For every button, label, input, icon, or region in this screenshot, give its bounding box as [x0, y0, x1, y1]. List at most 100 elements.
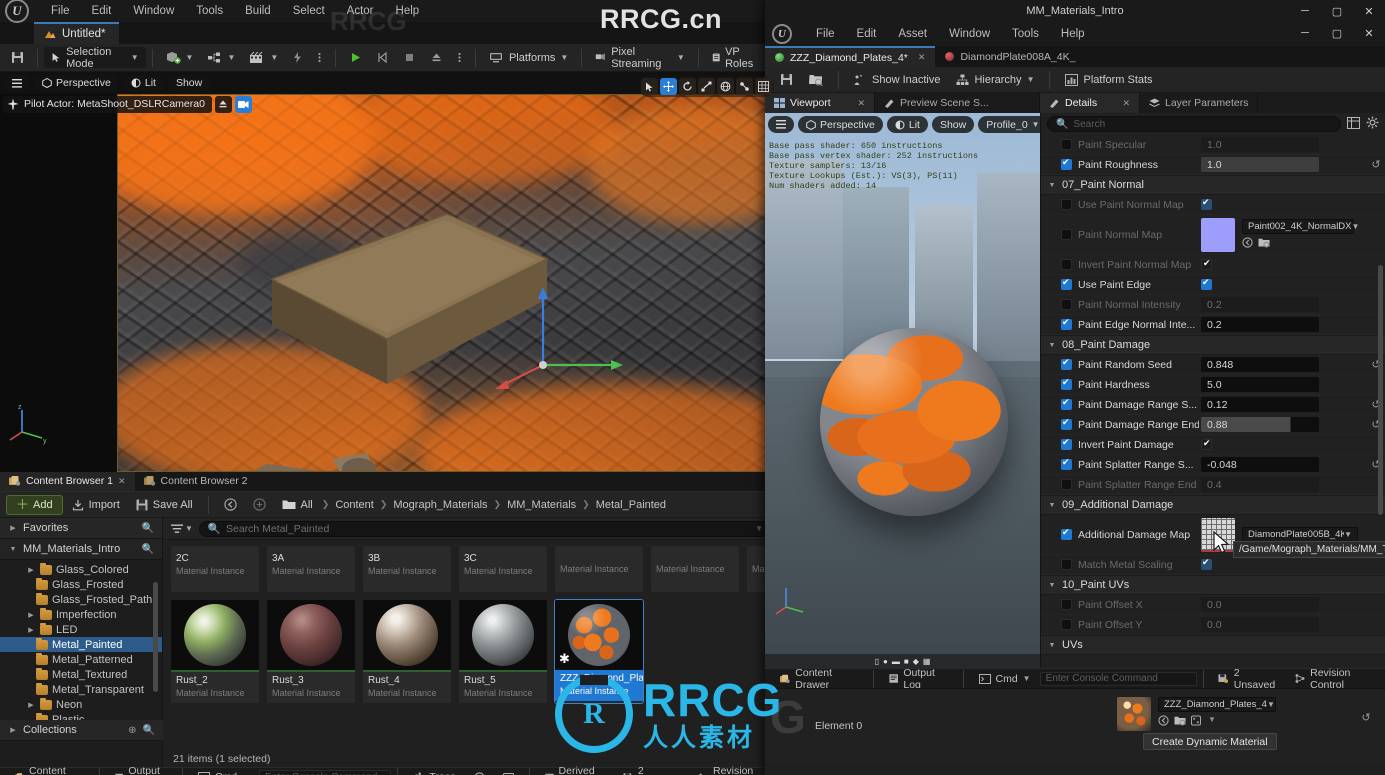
level-viewport[interactable]: z y Perspective Lit Show: [0, 72, 780, 472]
prop-row-invert-paint-damage[interactable]: Invert Paint Damage: [1041, 435, 1385, 455]
browse-to-asset-button[interactable]: [802, 69, 830, 90]
add-collection-icon[interactable]: ⊕: [128, 725, 136, 736]
texture-thumbnail[interactable]: [1201, 218, 1235, 252]
search-icon[interactable]: 🔍: [143, 725, 155, 736]
value-input[interactable]: 0.848: [1201, 357, 1319, 372]
preview-viewmode-button[interactable]: Lit: [887, 116, 928, 133]
column-layout-icon[interactable]: [1347, 117, 1360, 132]
tree-item-glass-frosted-path[interactable]: Glass_Frosted_Path: [0, 592, 162, 607]
chevron-right-icon[interactable]: ▶: [26, 611, 36, 619]
pilot-actor-indicator[interactable]: Pilot Actor: MetaShoot_DSLRCamera0: [3, 96, 212, 113]
transform-gizmo[interactable]: [487, 259, 637, 409]
override-checkbox[interactable]: [1061, 139, 1072, 150]
pixel-streaming-button[interactable]: Pixel Streaming ▼: [588, 47, 692, 68]
value-checkbox[interactable]: [1201, 439, 1212, 450]
add-button[interactable]: ＋ Add: [6, 495, 63, 515]
material-preview-viewport[interactable]: Perspective Lit Show Profile_0 ▼: [765, 113, 1040, 668]
value-checkbox[interactable]: [1201, 259, 1212, 270]
chevron-right-icon[interactable]: ▶: [26, 701, 36, 709]
output-log-button[interactable]: Output Log: [880, 669, 957, 688]
cmd-button[interactable]: Cmd ▼: [189, 768, 259, 775]
tab-layer-parameters[interactable]: Layer Parameters: [1140, 93, 1258, 113]
override-checkbox[interactable]: [1061, 479, 1072, 490]
chevron-down-icon[interactable]: ▼: [1047, 342, 1057, 349]
select-tool-button[interactable]: [641, 78, 658, 95]
prop-row-match-metal-scaling[interactable]: Match Metal Scaling: [1041, 555, 1385, 575]
asset-card[interactable]: 2C Material Instance: [171, 546, 259, 592]
platforms-button[interactable]: Platforms ▼: [482, 47, 575, 68]
override-checkbox[interactable]: [1061, 599, 1072, 610]
prop-row-paint-edge-normal-intensity[interactable]: Paint Edge Normal Inte... 0.2: [1041, 315, 1385, 335]
material-asset-picker[interactable]: ZZZ_Diamond_Plates_4 ▼: [1158, 697, 1276, 712]
tree-scrollbar[interactable]: [153, 582, 158, 692]
content-drawer-button[interactable]: Content Drawer: [771, 669, 867, 688]
menu-edit[interactable]: Edit: [846, 25, 888, 43]
value-input[interactable]: 1.0: [1201, 137, 1319, 152]
asset-card-rust-2[interactable]: Rust_2 Material Instance: [171, 600, 259, 703]
viewport-show-button[interactable]: Show: [168, 75, 210, 92]
save-button[interactable]: [4, 47, 31, 68]
menu-file[interactable]: File: [40, 2, 81, 20]
prop-row-paint-hardness[interactable]: Paint Hardness 5.0: [1041, 375, 1385, 395]
override-checkbox[interactable]: [1061, 399, 1072, 410]
override-checkbox[interactable]: [1061, 229, 1072, 240]
prop-row-paint-damage-range-start[interactable]: Paint Damage Range S... 0.12 ↺: [1041, 395, 1385, 415]
value-checkbox[interactable]: [1201, 559, 1212, 570]
hierarchy-button[interactable]: Hierarchy ▼: [949, 69, 1041, 90]
browse-to-asset-icon[interactable]: [1258, 237, 1270, 251]
value-checkbox[interactable]: [1201, 199, 1212, 210]
prop-row-additional-damage-map[interactable]: Additional Damage Map DiamondPlate005B_4…: [1041, 515, 1385, 555]
menu-select[interactable]: Select: [282, 2, 336, 20]
close-icon[interactable]: ✕: [857, 98, 865, 109]
forward-button[interactable]: [246, 494, 273, 515]
gear-icon[interactable]: [1366, 116, 1379, 132]
override-checkbox[interactable]: [1061, 199, 1072, 210]
rotate-tool-button[interactable]: [679, 78, 696, 95]
trace-button[interactable]: Trace: [403, 768, 464, 775]
lightning-icon-button[interactable]: [285, 47, 310, 68]
asset-card[interactable]: 3C Material Instance: [459, 546, 547, 592]
maximize-button[interactable]: ▢: [1321, 22, 1353, 44]
preview-grid-icon[interactable]: ▦: [923, 657, 931, 666]
minimize-button[interactable]: ─: [1289, 22, 1321, 44]
menu-help[interactable]: Help: [385, 2, 431, 20]
material-thumbnail[interactable]: [1117, 697, 1151, 731]
preview-cylinder-icon[interactable]: ▯: [875, 657, 879, 666]
asset-card[interactable]: Material Instance: [555, 546, 643, 592]
menu-window[interactable]: Window: [938, 25, 1001, 43]
viewport-3d-scene[interactable]: [117, 94, 780, 472]
console-command-input[interactable]: Enter Console Command: [259, 770, 391, 775]
tab-preview-scene-settings[interactable]: Preview Scene S...: [875, 93, 1040, 113]
override-checkbox[interactable]: [1061, 279, 1072, 290]
asset-card-rust-4[interactable]: Rust_4 Material Instance: [363, 600, 451, 703]
prop-row-paint-splatter-range-end[interactable]: Paint Splatter Range End 0.4: [1041, 475, 1385, 495]
close-icon[interactable]: ✕: [918, 52, 926, 63]
group-header-09-additional-damage[interactable]: ▼ 09_Additional Damage: [1041, 495, 1385, 515]
trace-snapshot-button[interactable]: [494, 768, 523, 775]
camera-toggle-button[interactable]: [235, 96, 252, 113]
show-inactive-button[interactable]: Show Inactive: [847, 69, 947, 90]
stop-button[interactable]: [396, 47, 423, 68]
asset-card-rust-3[interactable]: Rust_3 Material Instance: [267, 600, 355, 703]
unsaved-button[interactable]: 2 Unsaved: [614, 768, 690, 775]
asset-card[interactable]: 3A Material Instance: [267, 546, 355, 592]
override-checkbox[interactable]: [1061, 359, 1072, 370]
tab-details[interactable]: Details ✕: [1040, 93, 1140, 113]
folder-tree[interactable]: ▶ Glass_Colored Glass_Frosted Glass_Fros…: [0, 560, 162, 740]
platform-stats-button[interactable]: Platform Stats: [1058, 69, 1159, 90]
value-input[interactable]: 0.4: [1201, 477, 1319, 492]
prop-row-paint-random-seed[interactable]: Paint Random Seed 0.848 ↺: [1041, 355, 1385, 375]
value-input[interactable]: 0.0: [1201, 597, 1319, 612]
override-checkbox[interactable]: [1061, 419, 1072, 430]
details-scrollbar[interactable]: [1378, 265, 1383, 515]
tab-viewport[interactable]: Viewport ✕: [765, 93, 875, 113]
import-button[interactable]: Import: [65, 494, 127, 515]
cinematics-button[interactable]: ▼: [242, 47, 285, 68]
world-space-button[interactable]: [717, 78, 734, 95]
group-header-10-paint-uvs[interactable]: ▼ 10_Paint UVs: [1041, 575, 1385, 595]
override-checkbox[interactable]: [1061, 319, 1072, 330]
close-icon[interactable]: ✕: [1122, 98, 1130, 109]
menu-help[interactable]: Help: [1050, 25, 1096, 43]
back-button[interactable]: [217, 494, 244, 515]
chevron-right-icon[interactable]: ▶: [26, 566, 36, 574]
